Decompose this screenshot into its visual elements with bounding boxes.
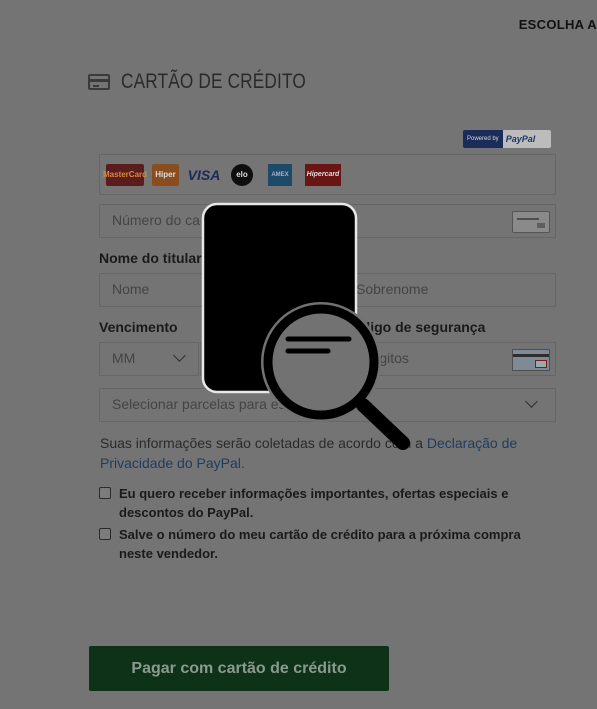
expiry-label: Vencimento — [99, 319, 178, 335]
hipercard-logo: Hipercard — [305, 163, 341, 186]
paypal-brand-text: PayPal — [502, 130, 551, 148]
checkout-page: ESCOLHA A CARTÃO DE CRÉDITO Powered by P… — [0, 0, 597, 709]
expiry-year-select[interactable] — [200, 342, 313, 376]
credit-card-icon — [88, 74, 110, 90]
save-card-checkbox[interactable] — [99, 528, 111, 540]
security-code-label: Código de segurança — [343, 319, 486, 335]
chevron-down-icon — [173, 349, 186, 362]
expiry-month-value: MM — [112, 350, 136, 366]
save-card-label[interactable]: Salve o número do meu cartão de crédito … — [119, 525, 529, 563]
security-code-input[interactable]: 3 dígitos — [343, 342, 556, 376]
paypal-badge: Powered by PayPal — [463, 130, 551, 148]
last-name-placeholder: Sobrenome — [356, 281, 429, 297]
top-right-heading: ESCOLHA A — [518, 17, 597, 32]
last-name-input[interactable]: Sobrenome — [343, 273, 556, 307]
marketing-opt-in-label[interactable]: Eu quero receber informações importantes… — [119, 484, 529, 522]
chevron-down-icon — [281, 349, 294, 362]
card-brands-strip: MasterCard Hiper VISA elo AMEX Hipercard — [99, 154, 556, 195]
security-code-placeholder: 3 dígitos — [356, 350, 409, 366]
first-name-placeholder: Nome — [112, 281, 150, 297]
visa-logo: VISA — [187, 166, 221, 183]
mastercard-logo: MasterCard — [103, 163, 147, 186]
card-back-icon — [512, 211, 550, 233]
cvv-card-icon — [512, 349, 550, 371]
first-name-input[interactable]: Nome — [99, 273, 312, 307]
marketing-opt-in-checkbox[interactable] — [99, 487, 111, 499]
pay-with-card-button[interactable]: Pagar com cartão de crédito — [89, 646, 389, 691]
section-title: CARTÃO DE CRÉDITO — [121, 70, 306, 93]
section-header: CARTÃO DE CRÉDITO — [88, 70, 347, 94]
chevron-down-icon — [525, 395, 538, 408]
save-card-row: Salve o número do meu cartão de crédito … — [99, 525, 529, 563]
expiry-month-select[interactable]: MM — [99, 342, 199, 376]
card-number-placeholder: Número do ca — [112, 212, 200, 228]
privacy-notice-text: Suas informações serão coletadas de acor… — [100, 435, 423, 451]
hiper-logo: Hiper — [152, 163, 179, 186]
installments-placeholder: Selecionar parcelas para esta compra — [112, 396, 348, 412]
privacy-notice: Suas informações serão coletadas de acor… — [100, 433, 540, 473]
elo-logo: elo — [231, 163, 253, 186]
marketing-opt-in-row: Eu quero receber informações importantes… — [99, 484, 529, 522]
powered-by-text: Powered by — [463, 130, 503, 148]
installments-select[interactable]: Selecionar parcelas para esta compra — [99, 388, 556, 422]
holder-name-label: Nome do titular — [99, 250, 202, 266]
amex-logo: AMEX — [268, 163, 292, 186]
card-number-input[interactable]: Número do ca — [99, 204, 556, 238]
